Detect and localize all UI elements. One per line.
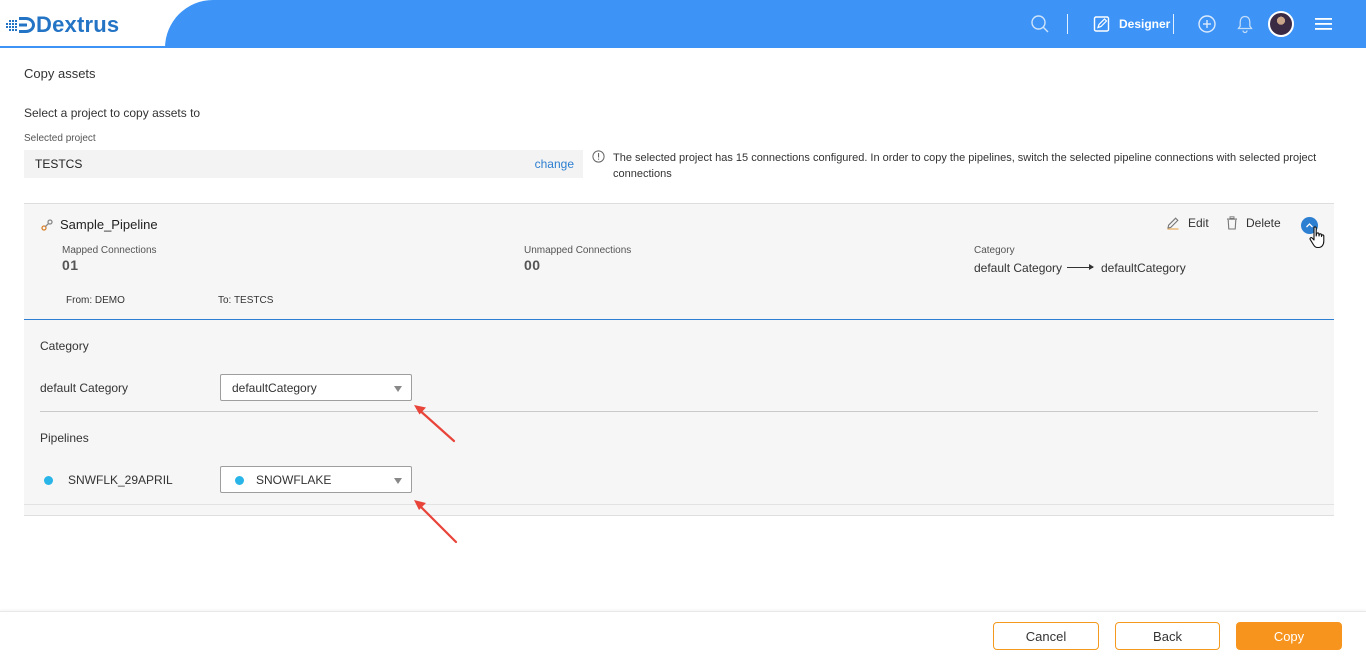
search-icon [1031,15,1049,33]
select-project-prompt: Select a project to copy assets to [24,106,201,120]
change-project-link[interactable]: change [535,157,574,171]
user-avatar-button[interactable] [1268,11,1294,37]
app-header: Dextrus Designer [0,0,1366,48]
bell-icon [1237,15,1253,34]
add-button[interactable] [1197,12,1217,36]
pipeline-card: Sample_Pipeline Mapped Connections 01 Un… [24,203,1334,516]
snowflake-icon [44,476,53,485]
section-divider [40,411,1318,412]
category-dropdown-value: defaultCategory [232,381,317,395]
connections-info-text: The selected project has 15 connections … [613,152,1317,180]
pipeline-name: Sample_Pipeline [60,217,158,232]
to-project: To: TESTCS [218,295,274,306]
copy-button[interactable]: Copy [1236,622,1342,650]
footer-bar: Cancel Back Copy [0,611,1366,657]
pipelines-section-title: Pipelines [40,431,89,445]
designer-label: Designer [1119,17,1171,31]
designer-icon [1093,16,1110,32]
info-icon [592,150,605,163]
connection-dropdown[interactable]: SNOWFLAKE [220,466,412,493]
hand-cursor-icon [1309,226,1325,249]
category-dropdown[interactable]: defaultCategory [220,374,412,401]
selected-project-field: TESTCS change [24,150,583,178]
annotation-arrow-icon [414,500,458,544]
designer-button[interactable]: Designer [1093,12,1170,36]
mapped-connections-label: Mapped Connections [62,245,157,256]
pipeline-link-icon [41,219,53,231]
from-project: From: DEMO [66,295,125,306]
back-button[interactable]: Back [1115,622,1220,650]
mapped-connections-value: 01 [62,257,79,273]
arrow-right-icon [1067,264,1094,270]
caret-down-icon [394,478,402,484]
plus-circle-icon [1198,15,1216,33]
edit-label: Edit [1188,216,1209,230]
category-label: Category [974,245,1015,256]
connection-dropdown-value: SNOWFLAKE [256,473,332,487]
pipeline-card-header[interactable]: Sample_Pipeline Mapped Connections 01 Un… [24,204,1334,320]
caret-down-icon [394,386,402,392]
unmapped-connections-label: Unmapped Connections [524,245,632,256]
header-separator [1067,14,1068,34]
selected-project-name: TESTCS [35,157,83,171]
trash-icon [1227,216,1237,230]
delete-label: Delete [1246,216,1281,230]
cancel-button[interactable]: Cancel [993,622,1099,650]
menu-button[interactable] [1314,12,1334,36]
card-bottom-divider [24,504,1334,505]
avatar [1268,11,1294,37]
annotation-arrow-icon [414,405,456,443]
notifications-button[interactable] [1236,12,1254,36]
category-to: defaultCategory [1101,261,1186,275]
category-section-title: Category [40,339,89,353]
hamburger-menu-icon [1315,18,1332,30]
category-from: default Category [974,261,1063,275]
category-source-label: default Category [40,381,129,395]
connection-source-label: SNWFLK_29APRIL [68,473,173,487]
search-button[interactable] [1030,12,1050,36]
header-toolbar: Designer [0,0,1366,48]
unmapped-connections-value: 00 [524,257,541,273]
snowflake-icon [235,476,244,485]
page-title: Copy assets [24,66,96,81]
selected-project-label: Selected project [24,133,96,144]
header-separator [1173,14,1174,34]
edit-button[interactable]: Edit [1166,216,1209,230]
pencil-icon [1167,217,1179,230]
delete-button[interactable]: Delete [1226,216,1281,230]
